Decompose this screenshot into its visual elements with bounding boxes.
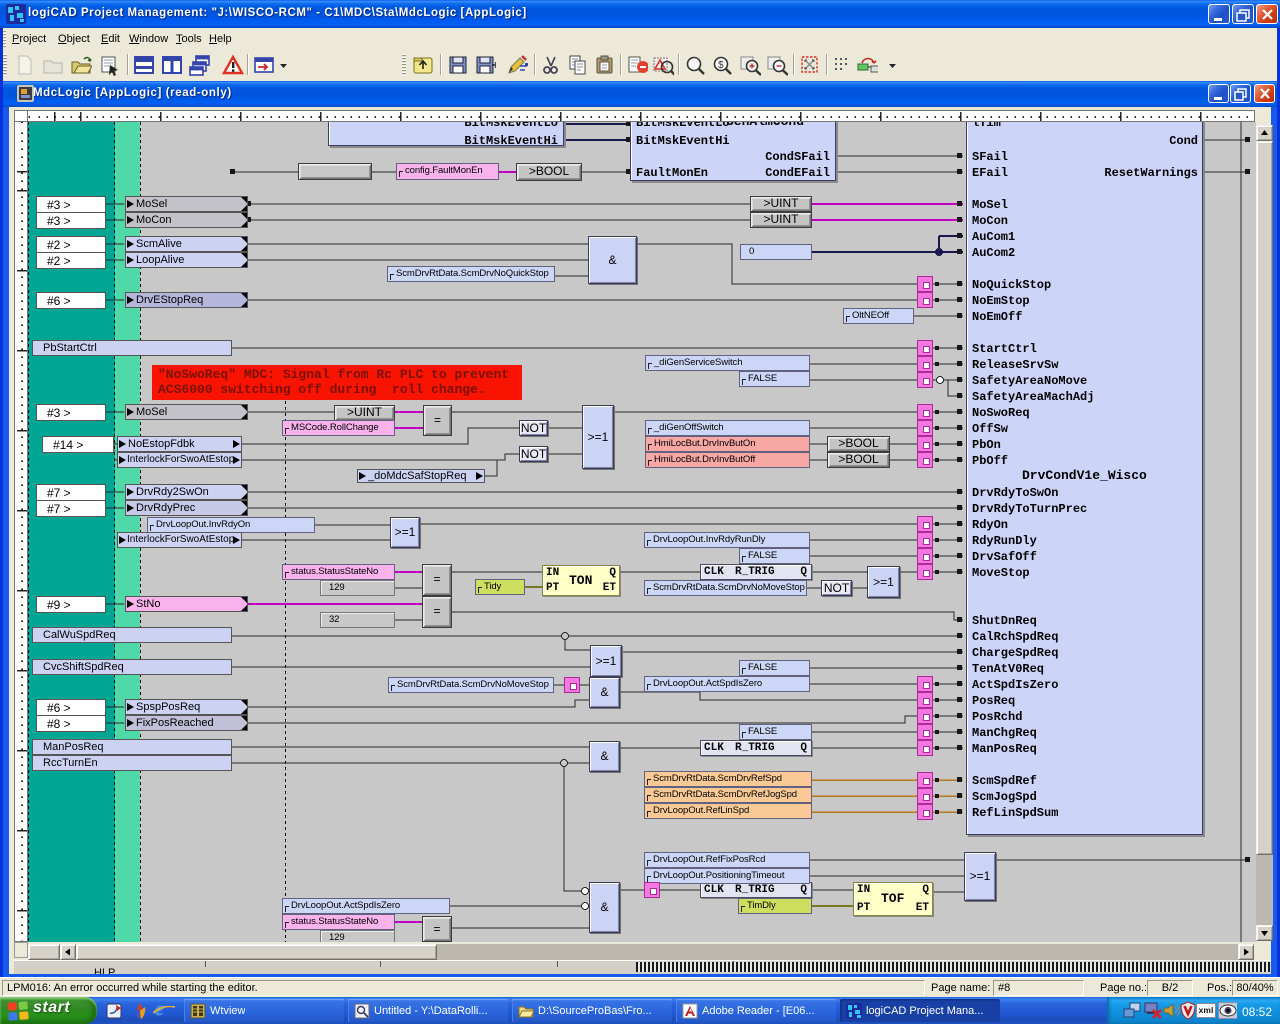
svg-text:NoSwoReq: NoSwoReq xyxy=(972,406,1030,420)
svg-text:BitMskEventLo: BitMskEventLo xyxy=(464,122,558,130)
svg-text:RefLinSpdSum: RefLinSpdSum xyxy=(972,806,1058,820)
svg-text:DrvSafOff: DrvSafOff xyxy=(972,550,1037,564)
svg-text:ResetWarnings: ResetWarnings xyxy=(1104,166,1198,180)
svg-text:CondEFail: CondEFail xyxy=(765,166,830,180)
svg-text:AuCom2: AuCom2 xyxy=(972,246,1015,260)
svg-text:ReleaseSrvSw: ReleaseSrvSw xyxy=(972,358,1059,372)
svg-text:SFail: SFail xyxy=(972,150,1008,164)
svg-text:MoveStop: MoveStop xyxy=(972,566,1030,580)
svg-text:DrvRdyToSwOn: DrvRdyToSwOn xyxy=(972,486,1058,500)
svg-text:NoQuickStop: NoQuickStop xyxy=(972,278,1051,292)
svg-text:TenAtV0Req: TenAtV0Req xyxy=(972,662,1044,676)
svg-text:PbOn: PbOn xyxy=(972,438,1001,452)
svg-text:ScmJogSpd: ScmJogSpd xyxy=(972,790,1037,804)
svg-text:AuCom1: AuCom1 xyxy=(972,230,1015,244)
svg-text:PosReq: PosReq xyxy=(972,694,1015,708)
svg-text:RdyOn: RdyOn xyxy=(972,518,1008,532)
svg-text:CalRchSpdReq: CalRchSpdReq xyxy=(972,630,1058,644)
svg-text:ScmSpdRef: ScmSpdRef xyxy=(972,774,1037,788)
svg-text:BitMskEventHi: BitMskEventHi xyxy=(636,134,730,148)
svg-text:NoEmOff: NoEmOff xyxy=(972,310,1022,324)
svg-text:ChargeSpdReq: ChargeSpdReq xyxy=(972,646,1058,660)
svg-text:GenAlmCond: GenAlmCond xyxy=(726,122,804,129)
svg-text:PbOff: PbOff xyxy=(972,454,1008,468)
svg-text:Cond: Cond xyxy=(1169,134,1198,148)
svg-text:BitMskEventHi: BitMskEventHi xyxy=(464,134,558,148)
svg-text:SafetyAreaMachAdj: SafetyAreaMachAdj xyxy=(972,390,1094,404)
svg-text:ManChgReq: ManChgReq xyxy=(972,726,1037,740)
svg-text:ManPosReq: ManPosReq xyxy=(972,742,1037,756)
svg-text:CondSFail: CondSFail xyxy=(765,150,830,164)
svg-text:DrvCondV1e_Wisco: DrvCondV1e_Wisco xyxy=(1022,468,1147,483)
svg-text:BitMskEventLo: BitMskEventLo xyxy=(636,122,730,130)
svg-text:RdyRunDly: RdyRunDly xyxy=(972,534,1037,548)
svg-text:StartCtrl: StartCtrl xyxy=(972,342,1037,356)
svg-text:SafetyAreaNoMove: SafetyAreaNoMove xyxy=(972,374,1087,388)
svg-text:$: $ xyxy=(718,60,724,71)
svg-text:ShutDnReq: ShutDnReq xyxy=(972,614,1037,628)
svg-text:MoCon: MoCon xyxy=(972,214,1008,228)
svg-text:MoSel: MoSel xyxy=(972,198,1008,212)
svg-text:PosRchd: PosRchd xyxy=(972,710,1022,724)
svg-text:DrvRdyToTurnPrec: DrvRdyToTurnPrec xyxy=(972,502,1087,516)
svg-text:FaultMonEn: FaultMonEn xyxy=(636,166,708,180)
svg-text:lTim: lTim xyxy=(972,122,1001,130)
svg-text:ActSpdIsZero: ActSpdIsZero xyxy=(972,678,1058,692)
svg-text:OffSw: OffSw xyxy=(972,422,1009,436)
svg-text:NoEmStop: NoEmStop xyxy=(972,294,1030,308)
svg-text:EFail: EFail xyxy=(972,166,1008,180)
